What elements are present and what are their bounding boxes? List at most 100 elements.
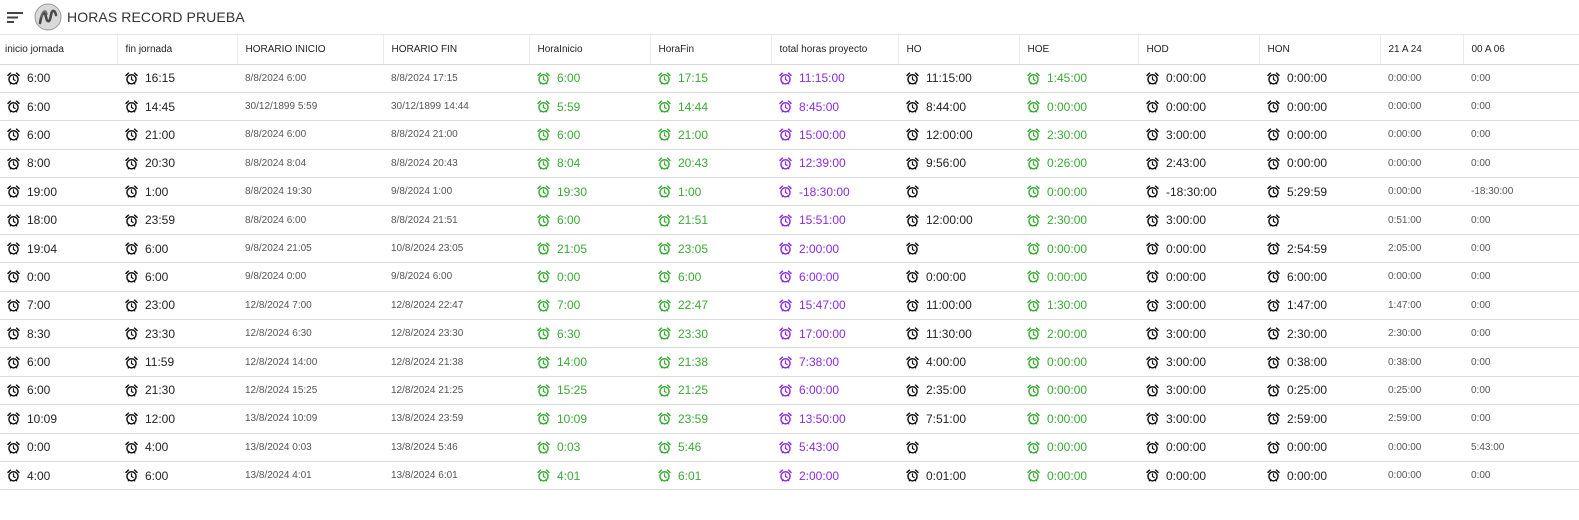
cell-h2124: 0:00:00 bbox=[1380, 149, 1463, 179]
cell-value: 0:00:00 bbox=[1166, 440, 1207, 455]
cell-hon bbox=[1259, 205, 1380, 235]
table-row[interactable]: 0:00 4:00 13/8/2024 0:03 13/8/2024 5:46 0:03… bbox=[0, 433, 1579, 462]
cell-value: 0:00:00 bbox=[1047, 99, 1088, 114]
alarm-clock-icon bbox=[658, 128, 671, 142]
alarm-clock-icon bbox=[1027, 384, 1040, 397]
cell-value: 0:00:00 bbox=[1287, 71, 1328, 86]
cell-h0006: 0:00 bbox=[1463, 149, 1579, 179]
table-row[interactable]: 4:00 6:00 13/8/2024 4:01 13/8/2024 6:01 4:01… bbox=[0, 461, 1579, 491]
alarm-clock-icon bbox=[1027, 270, 1040, 284]
cell-value: 21:00 bbox=[145, 127, 176, 142]
cell-value: 6:00 bbox=[145, 269, 169, 284]
table-row[interactable]: 8:00 20:30 8/8/2024 8:04 8/8/2024 20:43 8:04… bbox=[0, 149, 1579, 179]
cell-value: 18:00 bbox=[27, 213, 58, 228]
cell-value: 0:00:00 bbox=[1388, 441, 1422, 453]
alarm-clock-icon bbox=[7, 327, 20, 340]
cell-value: 10/8/2024 23:05 bbox=[391, 243, 464, 255]
column-header-fin[interactable]: fin jornada bbox=[117, 35, 238, 65]
cell-hfin: 8/8/2024 21:51 bbox=[383, 205, 529, 235]
table-row[interactable]: 0:00 6:00 9/8/2024 0:00 9/8/2024 6:00 0:00 6:… bbox=[0, 262, 1579, 292]
alarm-clock-icon bbox=[1146, 214, 1159, 227]
alarm-clock-icon bbox=[658, 72, 671, 85]
column-header-h0006[interactable]: 00 A 06 bbox=[1463, 35, 1579, 65]
column-header-hoe[interactable]: HOE bbox=[1019, 35, 1139, 65]
cell-hod: -18:30:00 bbox=[1138, 177, 1259, 207]
cell-value: 11:15:00 bbox=[799, 71, 845, 86]
column-header-horainicio[interactable]: HoraInicio bbox=[529, 35, 651, 65]
cell-hod: 0:00:00 bbox=[1138, 433, 1259, 462]
table-row[interactable]: 10:09 12:00 13/8/2024 10:09 13/8/2024 23:59… bbox=[0, 404, 1579, 434]
table-row[interactable]: 19:00 1:00 8/8/2024 19:30 9/8/2024 1:00 19:3… bbox=[0, 177, 1579, 207]
alarm-clock-icon bbox=[537, 242, 550, 255]
table-row[interactable]: 6:00 14:45 30/12/1899 5:59 30/12/1899 14:44… bbox=[0, 92, 1579, 122]
alarm-clock-icon bbox=[1146, 157, 1159, 170]
cell-value: 0:00 bbox=[1471, 413, 1491, 425]
cell-hoe: 0:00:00 bbox=[1019, 461, 1138, 491]
column-header-total[interactable]: total horas proyecto bbox=[771, 35, 899, 65]
alarm-clock-icon bbox=[906, 157, 919, 170]
cell-hoe: 0:00:00 bbox=[1019, 92, 1138, 122]
cell-value: 22:47 bbox=[678, 298, 709, 313]
alarm-clock-icon bbox=[779, 441, 792, 454]
cell-h0006: 0:00 bbox=[1463, 205, 1579, 235]
table-row[interactable]: 6:00 21:00 8/8/2024 6:00 8/8/2024 21:00 6:00… bbox=[0, 120, 1579, 150]
cell-hinicio: 12/8/2024 15:25 bbox=[237, 376, 383, 406]
alarm-clock-icon bbox=[779, 128, 792, 142]
alarm-clock-icon bbox=[658, 242, 671, 255]
alarm-clock-icon bbox=[906, 214, 919, 227]
column-header-hod[interactable]: HOD bbox=[1138, 35, 1260, 65]
column-header-inicio[interactable]: inicio jornada bbox=[0, 35, 118, 65]
cell-value: 5:43:00 bbox=[1471, 441, 1505, 453]
cell-value: 0:00:00 bbox=[1166, 241, 1207, 256]
cell-total: 5:43:00 bbox=[771, 433, 898, 462]
cell-fin: 21:00 bbox=[117, 120, 237, 150]
column-header-h2124[interactable]: 21 A 24 bbox=[1380, 35, 1464, 65]
menu-icon[interactable] bbox=[6, 8, 24, 26]
column-header-hinicio[interactable]: HORARIO INICIO bbox=[237, 35, 384, 65]
cell-value: 0:00 bbox=[1471, 129, 1491, 141]
cell-h2124: 0:00:00 bbox=[1380, 92, 1463, 122]
cell-hon: 0:00:00 bbox=[1259, 120, 1380, 150]
table-row[interactable]: 8:30 23:30 12/8/2024 6:30 12/8/2024 23:30 6:… bbox=[0, 319, 1579, 349]
cell-hinicio: 8/8/2024 8:04 bbox=[237, 149, 383, 179]
table-row[interactable]: 6:00 21:30 12/8/2024 15:25 12/8/2024 21:25 1… bbox=[0, 376, 1579, 406]
cell-value: 8:30 bbox=[27, 326, 51, 341]
alarm-clock-icon bbox=[1267, 384, 1280, 397]
cell-value: 0:00:00 bbox=[1166, 269, 1207, 284]
cell-total: -18:30:00 bbox=[771, 177, 898, 207]
cell-value: 13/8/2024 4:01 bbox=[245, 470, 312, 482]
table-row[interactable]: 7:00 23:00 12/8/2024 7:00 12/8/2024 22:47 7:… bbox=[0, 291, 1579, 321]
cell-fin: 4:00 bbox=[117, 433, 237, 462]
cell-hinicio: 9/8/2024 21:05 bbox=[237, 234, 383, 264]
table-row[interactable]: 19:04 6:00 9/8/2024 21:05 10/8/2024 23:05 21… bbox=[0, 234, 1579, 264]
cell-value: 12/8/2024 21:38 bbox=[391, 356, 464, 368]
cell-value: 7:00 bbox=[27, 298, 51, 313]
alarm-clock-icon bbox=[906, 242, 919, 255]
cell-h2124: 0:00:00 bbox=[1380, 433, 1463, 462]
column-header-ho[interactable]: HO bbox=[898, 35, 1020, 65]
cell-value: 14:00 bbox=[557, 355, 588, 370]
cell-inicio: 6:00 bbox=[0, 92, 117, 122]
table-row[interactable]: 18:00 23:59 8/8/2024 6:00 8/8/2024 21:51 6:0… bbox=[0, 205, 1579, 235]
alarm-clock-icon bbox=[125, 327, 138, 340]
cell-value: 13/8/2024 0:03 bbox=[245, 441, 312, 453]
alarm-clock-icon bbox=[125, 242, 138, 255]
cell-value: 1:47:00 bbox=[1287, 298, 1328, 313]
cell-value: 0:38:00 bbox=[1388, 356, 1422, 368]
cell-hfin: 13/8/2024 23:59 bbox=[383, 404, 529, 434]
alarm-clock-icon bbox=[779, 270, 792, 284]
column-header-horafin[interactable]: HoraFin bbox=[650, 35, 772, 65]
column-header-hon[interactable]: HON bbox=[1259, 35, 1381, 65]
table-row[interactable]: 6:00 11:59 12/8/2024 14:00 12/8/2024 21:38 1… bbox=[0, 347, 1579, 377]
table-row[interactable]: 6:00 16:15 8/8/2024 6:00 8/8/2024 17:15 6:00… bbox=[0, 64, 1579, 93]
cell-value: 13/8/2024 5:46 bbox=[391, 441, 458, 453]
cell-ho bbox=[898, 177, 1019, 207]
cell-hinicio: 8/8/2024 6:00 bbox=[237, 120, 383, 150]
cell-value: 0:00 bbox=[1471, 384, 1491, 396]
cell-value: -18:30:00 bbox=[1471, 186, 1514, 198]
cell-hinicio: 8/8/2024 6:00 bbox=[237, 205, 383, 235]
cell-value: 15:47:00 bbox=[799, 298, 846, 313]
cell-hoe: 0:00:00 bbox=[1019, 234, 1138, 264]
column-header-hfin[interactable]: HORARIO FIN bbox=[383, 35, 530, 65]
alarm-clock-icon bbox=[1027, 72, 1040, 85]
